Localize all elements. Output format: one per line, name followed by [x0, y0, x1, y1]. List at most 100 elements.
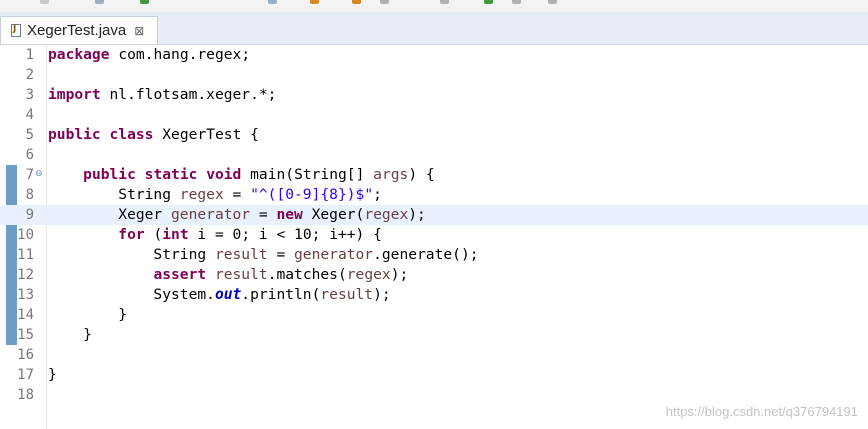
plain-token: = — [267, 246, 295, 263]
plain-token: ); — [390, 266, 409, 283]
code-text: Xeger generator = new Xeger(regex); — [48, 205, 426, 225]
toolbar-button-icon[interactable] — [380, 0, 389, 4]
fold-collapse-icon[interactable]: ⊖ — [35, 169, 43, 179]
code-line[interactable]: 8 String regex = "^([0-9]{8})$"; — [0, 185, 868, 205]
code-line[interactable]: 10 for (int i = 0; i < 10; i++) { — [0, 225, 868, 245]
code-line[interactable]: 6 — [0, 145, 868, 165]
line-number: 15 — [17, 327, 34, 343]
kw-token: void — [206, 166, 242, 183]
toolbar-button-icon[interactable] — [440, 0, 449, 4]
code-line[interactable]: 12 assert result.matches(regex); — [0, 265, 868, 285]
code-line[interactable]: 14 } — [0, 305, 868, 325]
toolbar-button-icon[interactable] — [40, 0, 49, 4]
var-token: result — [214, 266, 268, 283]
kw-token: int — [162, 226, 189, 243]
line-number: 13 — [17, 287, 34, 303]
var-token: generator — [171, 206, 251, 223]
line-number: 2 — [25, 67, 34, 83]
code-text: } — [48, 365, 57, 385]
code-text: System.out.println(result); — [48, 285, 391, 305]
code-line[interactable]: 1 package com.hang.regex; — [0, 45, 868, 65]
code-line[interactable]: 2 — [0, 65, 868, 85]
plain-token: String — [48, 246, 215, 263]
line-number: 3 — [25, 87, 34, 103]
plain-token: .generate(); — [373, 246, 479, 263]
run-icon[interactable] — [484, 0, 493, 4]
plain-token: ( — [153, 226, 163, 243]
code-text: import nl.flotsam.xeger.*; — [48, 85, 276, 105]
toolbar-strip — [0, 0, 868, 12]
close-icon[interactable]: ⊠ — [134, 24, 144, 38]
plain-token: = — [250, 206, 277, 223]
code-line[interactable]: 16 — [0, 345, 868, 365]
plain-token: XegerTest { — [162, 126, 259, 143]
plain-token: .matches( — [267, 266, 347, 283]
toolbar-button-icon[interactable] — [352, 0, 361, 4]
plain-token: Xeger — [48, 206, 172, 223]
line-number: 1 — [25, 47, 34, 63]
static-token: out — [214, 286, 242, 303]
code-line[interactable]: 18 — [0, 385, 868, 405]
code-line[interactable]: 3 import nl.flotsam.xeger.*; — [0, 85, 868, 105]
kw-token: for — [118, 226, 145, 243]
line-number: 18 — [17, 387, 34, 403]
code-line[interactable]: 9 Xeger generator = new Xeger(regex); — [0, 205, 868, 225]
plain-token: } — [48, 366, 57, 383]
line-number: 11 — [17, 247, 34, 263]
kw-token: public — [48, 126, 101, 143]
code-text: } — [48, 305, 127, 325]
kw-token: assert — [153, 266, 207, 283]
plain-token: ); — [408, 206, 426, 223]
line-number: 12 — [17, 267, 34, 283]
plain-token: com.hang.regex; — [118, 46, 251, 63]
toolbar-button-icon[interactable] — [268, 0, 277, 4]
toolbar-button-icon[interactable] — [548, 0, 557, 4]
code-line[interactable]: 7 ⊖ public static void main(String[] args… — [0, 165, 868, 185]
str-token: "^([0-9]{8})$" — [250, 186, 374, 203]
line-number: 14 — [17, 307, 34, 323]
var-token: args — [373, 166, 409, 183]
code-text: public static void main(String[] args) { — [48, 165, 435, 185]
kw-token: class — [109, 126, 154, 143]
kw-token: new — [276, 206, 303, 223]
code-editor[interactable]: 1 package com.hang.regex; 2 3 import nl.flot… — [0, 45, 868, 429]
var-token: regex — [364, 206, 409, 223]
run-icon[interactable] — [140, 0, 149, 4]
plain-token: ; — [373, 186, 382, 203]
kw-token: static — [144, 166, 198, 183]
plain-token: .println( — [241, 286, 321, 303]
toolbar-button-icon[interactable] — [512, 0, 521, 4]
tab-title: XegerTest.java — [27, 22, 127, 39]
line-number: 5 — [25, 127, 34, 143]
var-token: generator — [294, 246, 374, 263]
var-token: result — [214, 246, 268, 263]
line-number: 8 — [25, 187, 34, 203]
plain-token: main(String[] — [250, 166, 374, 183]
code-line[interactable]: 17} — [0, 365, 868, 385]
editor-tab-bar: J XegerTest.java ⊠ — [0, 12, 868, 45]
plain-token: nl.flotsam.xeger.*; — [109, 86, 277, 103]
code-text: } — [48, 325, 92, 345]
kw-token: import — [48, 86, 101, 103]
plain-token: String — [48, 186, 180, 203]
plain-token: System. — [48, 286, 215, 303]
code-line[interactable]: 13 System.out.println(result); — [0, 285, 868, 305]
code-line[interactable]: 11 String result = generator.generate(); — [0, 245, 868, 265]
line-number: 6 — [25, 147, 34, 163]
toolbar-button-icon[interactable] — [95, 0, 104, 4]
line-number: 9 — [25, 207, 34, 223]
editor-tab[interactable]: J XegerTest.java ⊠ — [0, 16, 158, 44]
watermark: https://blog.csdn.net/q376794191 — [665, 404, 858, 419]
code-text: package com.hang.regex; — [48, 45, 250, 65]
plain-token: } — [48, 326, 92, 343]
code-line[interactable]: 5 public class XegerTest { — [0, 125, 868, 145]
toolbar-button-icon[interactable] — [310, 0, 319, 4]
plain-token: ); — [373, 286, 391, 303]
java-file-icon: J — [11, 24, 21, 37]
code-line[interactable]: 15 } — [0, 325, 868, 345]
code-line[interactable]: 4 — [0, 105, 868, 125]
line-number: 16 — [17, 347, 34, 363]
line-number: 7 — [25, 167, 34, 183]
